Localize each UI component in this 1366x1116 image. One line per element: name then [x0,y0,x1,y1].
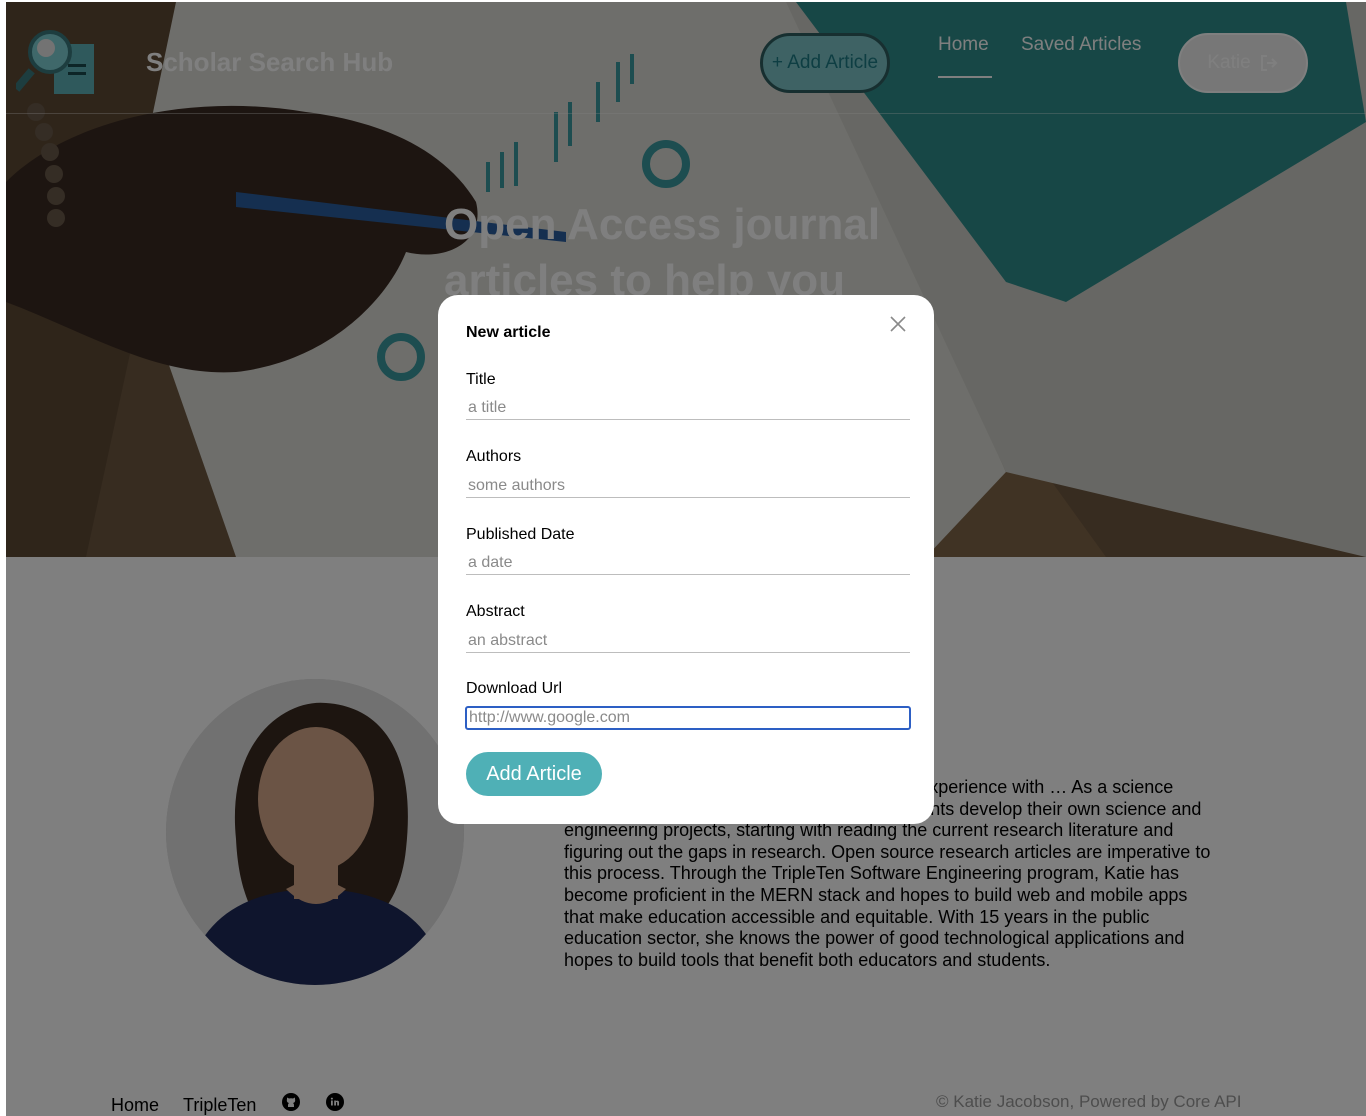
authors-label: Authors [466,448,522,465]
published-date-input[interactable] [466,551,910,575]
close-icon[interactable] [887,313,909,335]
abstract-input[interactable] [466,629,910,653]
add-article-submit-button[interactable]: Add Article [466,752,602,796]
abstract-label: Abstract [466,603,525,620]
new-article-modal: New article Title Authors Published Date… [438,295,934,824]
page: Scholar Search Hub + Add Article Home Sa… [6,2,1366,1116]
download-url-label: Download Url [466,680,563,697]
authors-input[interactable] [466,474,910,498]
title-input[interactable] [466,396,910,420]
title-label: Title [466,371,496,388]
modal-title: New article [466,324,551,341]
published-date-label: Published Date [466,526,575,543]
download-url-input[interactable] [465,706,911,730]
